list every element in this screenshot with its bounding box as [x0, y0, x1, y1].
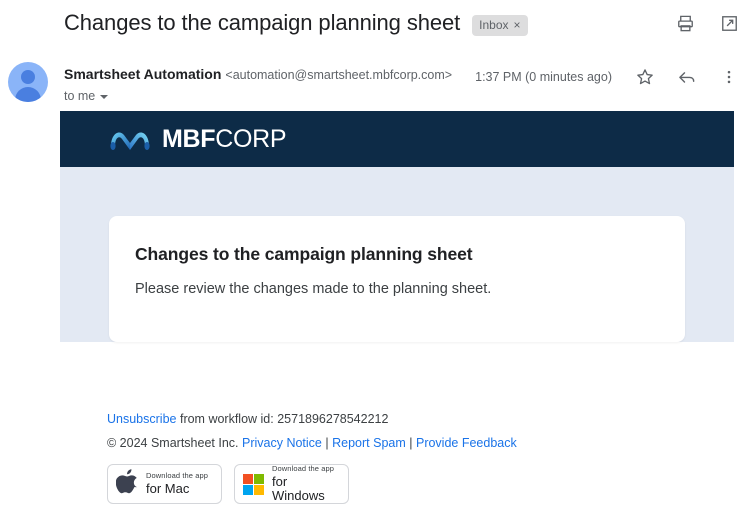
apple-logo-icon: [115, 468, 138, 500]
brand-name-bold: MBF: [162, 124, 216, 153]
sender-email: <automation@smartsheet.mbfcorp.com>: [225, 68, 453, 82]
sender-line: Smartsheet Automation <automation@smartsh…: [64, 64, 452, 86]
close-icon[interactable]: ×: [514, 19, 521, 31]
windows-badge-text: Download the app for Windows: [272, 465, 340, 502]
mbfcorp-logo-icon: [110, 126, 150, 152]
brand-name-light: CORP: [215, 124, 287, 153]
download-windows-button[interactable]: Download the app for Windows: [234, 464, 349, 504]
card-body-text: Please review the changes made to the pl…: [135, 281, 492, 297]
unsubscribe-link[interactable]: Unsubscribe: [107, 412, 176, 426]
card-heading: Changes to the campaign planning sheet: [135, 244, 473, 264]
avatar: [8, 62, 48, 102]
brand-header: MBFCORP: [60, 111, 734, 167]
status-badge[interactable]: Inbox ×: [472, 14, 528, 36]
avatar-body: [15, 87, 41, 102]
email-footer: Unsubscribe from workflow id: 2571896278…: [107, 412, 727, 504]
report-spam-link[interactable]: Report Spam: [332, 436, 406, 450]
privacy-notice-link[interactable]: Privacy Notice: [242, 436, 322, 450]
mac-badge-bottom: for Mac: [146, 481, 190, 497]
page-title: Changes to the campaign planning sheet: [64, 10, 461, 35]
recipient-row[interactable]: to me: [64, 88, 452, 105]
chevron-down-icon[interactable]: [100, 95, 109, 100]
copyright-text: © 2024 Smartsheet Inc.: [107, 436, 239, 450]
avatar-head: [21, 70, 35, 84]
mac-badge-text: Download the app for Mac: [146, 472, 208, 496]
open-in-new-icon[interactable]: [718, 12, 740, 34]
workflow-id-text: from workflow id: 2571896278542212: [179, 412, 389, 426]
separator-1: |: [325, 436, 329, 450]
print-icon[interactable]: [674, 12, 696, 34]
windows-badge-bottom: for Windows: [272, 474, 325, 503]
sender-header: Smartsheet Automation <automation@smartsh…: [0, 56, 754, 108]
inbox-label: Inbox: [479, 17, 509, 32]
unsubscribe-line: Unsubscribe from workflow id: 2571896278…: [107, 412, 727, 426]
more-vert-icon[interactable]: [718, 66, 740, 88]
sender-info: Smartsheet Automation <automation@smartsh…: [64, 56, 452, 104]
separator-2: |: [409, 436, 413, 450]
email-body: MBFCORP Changes to the campaign planning…: [60, 111, 734, 342]
sender-actions: 1:37 PM (0 minutes ago): [475, 56, 740, 88]
download-mac-button[interactable]: Download the app for Mac: [107, 464, 222, 504]
content-card: Changes to the campaign planning sheet P…: [109, 216, 685, 342]
provide-feedback-link[interactable]: Provide Feedback: [416, 436, 517, 450]
windows-badge-top: Download the app: [272, 464, 335, 474]
windows-logo-icon: [243, 473, 264, 495]
subject-header: Changes to the campaign planning sheet I…: [0, 0, 754, 46]
copyright-line: © 2024 Smartsheet Inc. Privacy Notice | …: [107, 436, 727, 450]
recipient-label: to me: [64, 88, 96, 103]
brand-name: MBFCORP: [162, 124, 287, 154]
star-icon[interactable]: [634, 66, 656, 88]
timestamp: 1:37 PM (0 minutes ago): [475, 70, 612, 84]
reply-icon[interactable]: [676, 66, 698, 88]
mac-badge-top: Download the app: [146, 471, 209, 481]
sender-name: Smartsheet Automation: [64, 66, 222, 82]
email-content-panel: Changes to the campaign planning sheet P…: [60, 167, 734, 342]
download-badges: Download the app for Mac Download the ap…: [107, 464, 727, 504]
subject-actions: [674, 12, 740, 34]
